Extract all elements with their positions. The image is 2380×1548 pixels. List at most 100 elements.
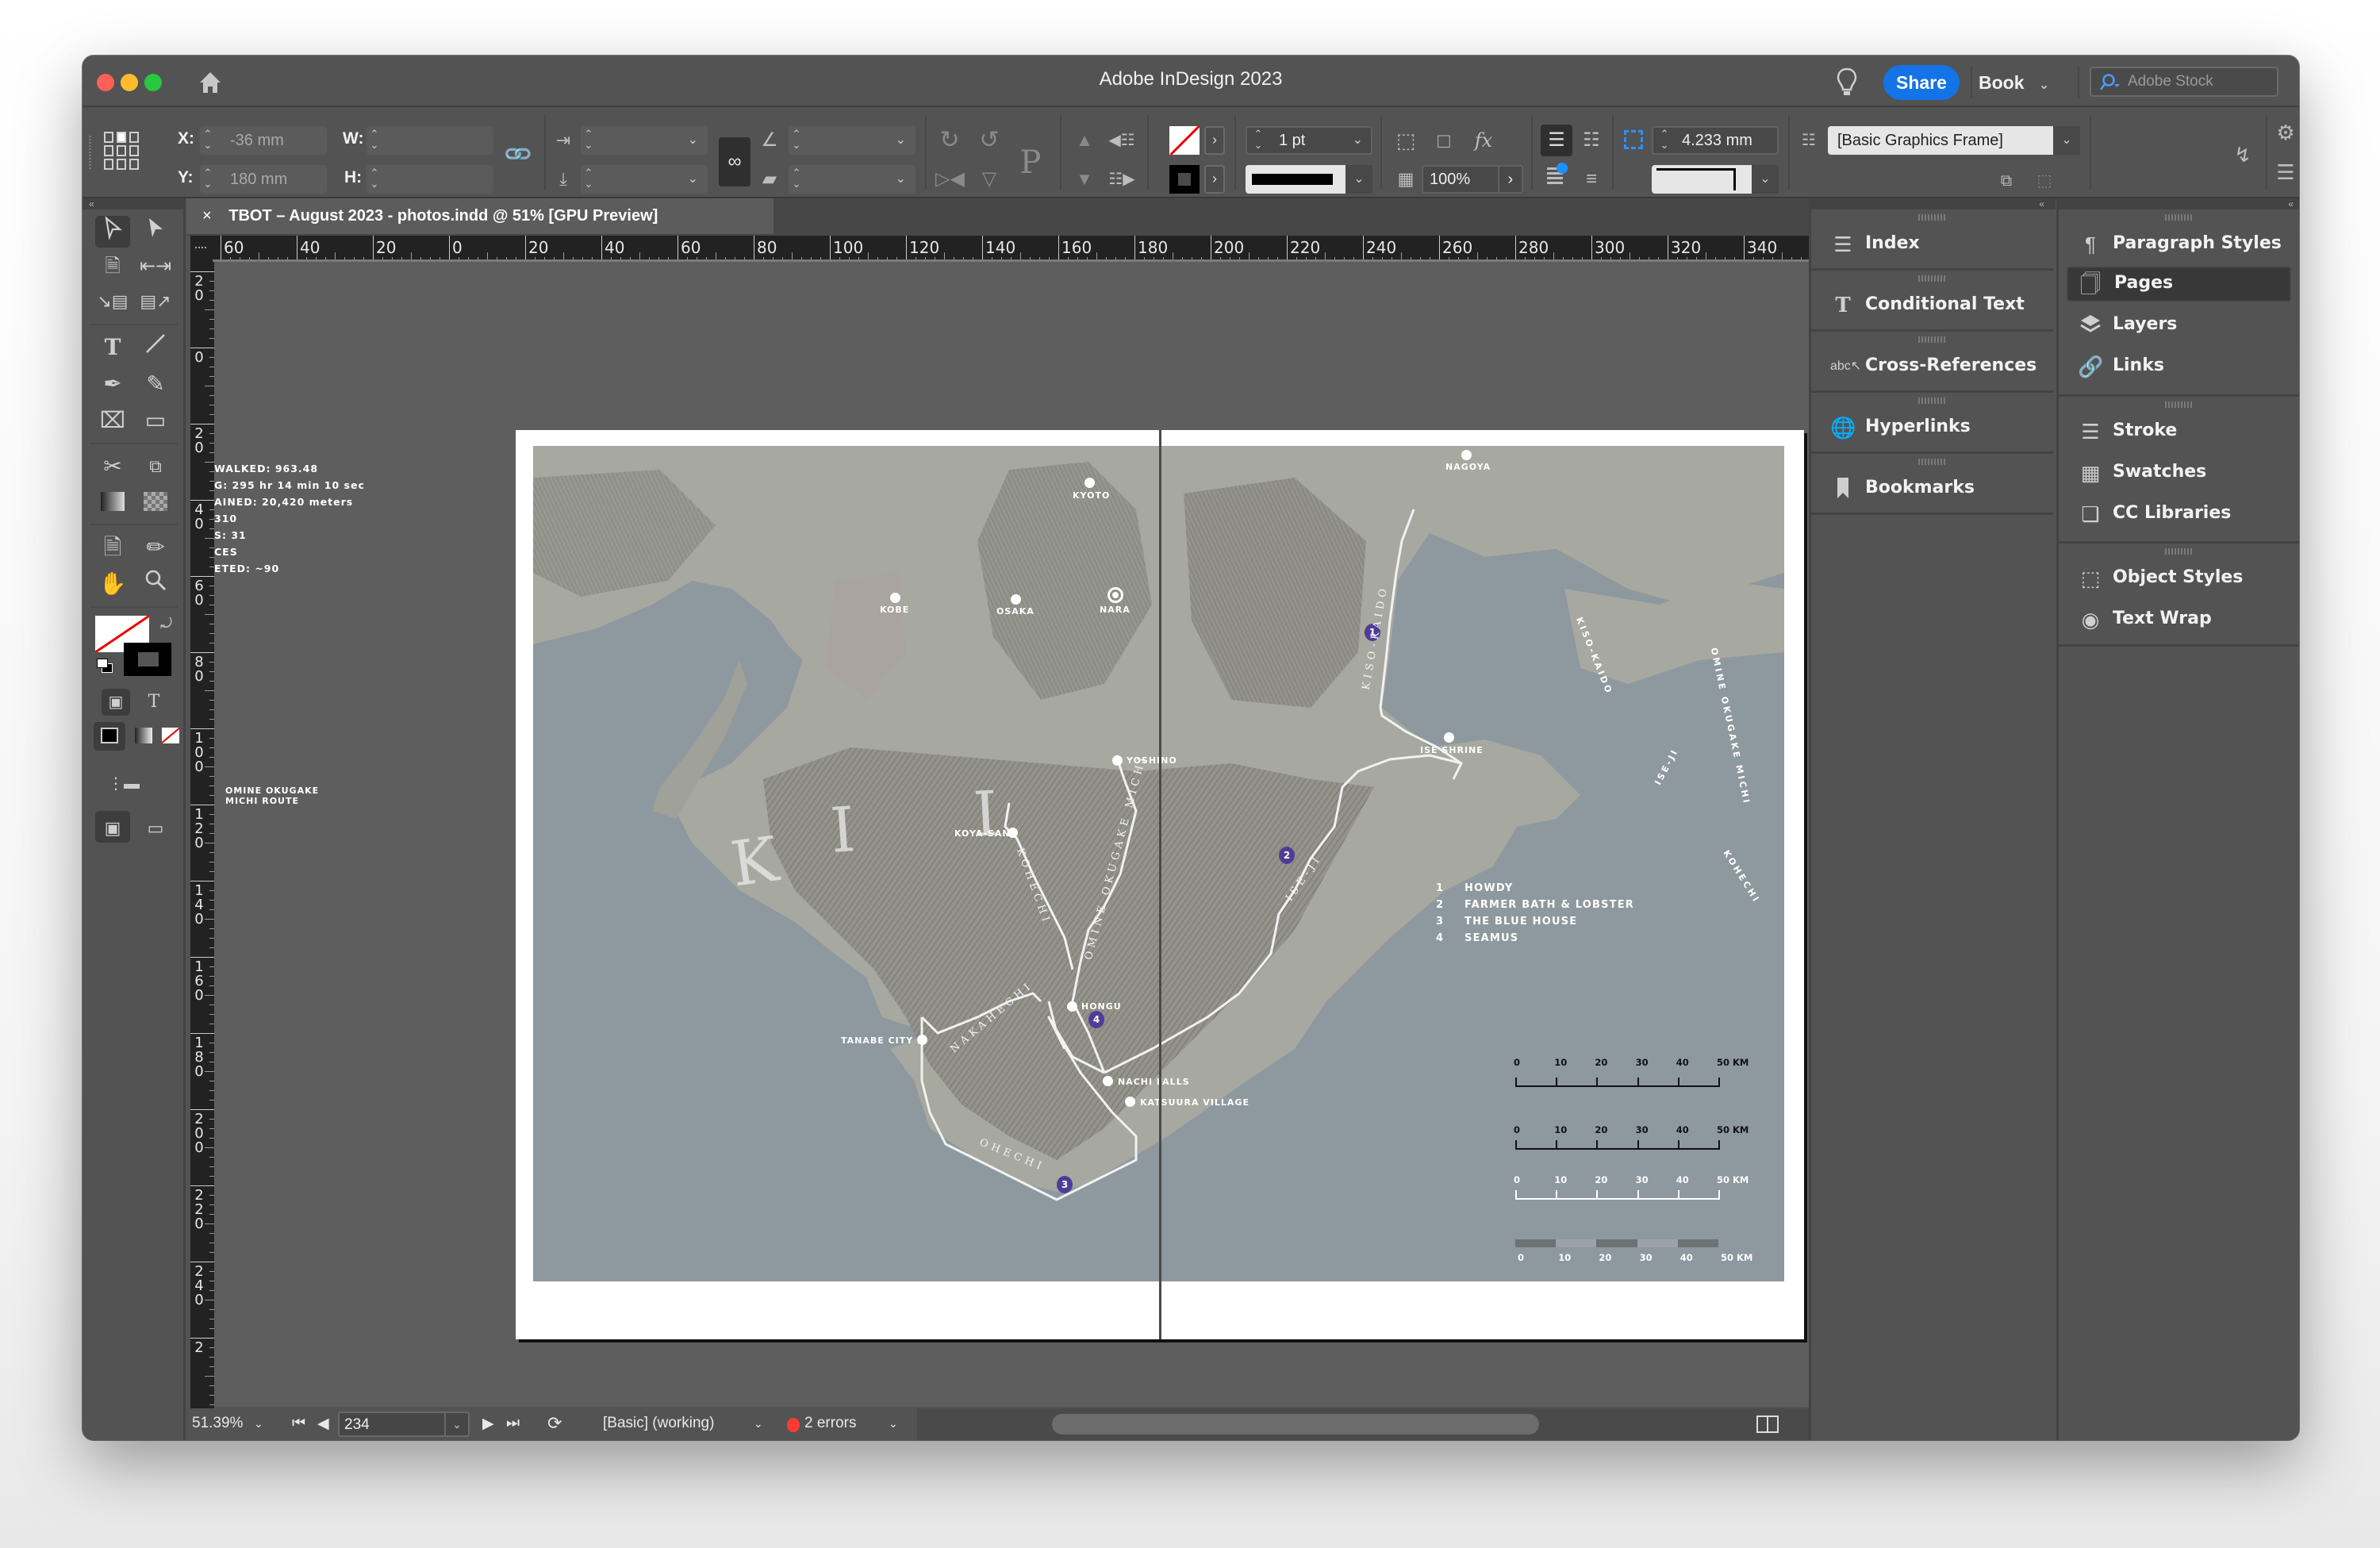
panel-tab-layers[interactable]: Layers (2067, 308, 2291, 343)
city-dot-osaka[interactable] (1011, 594, 1021, 605)
fill-swatch[interactable] (1169, 126, 1200, 155)
map-marker-2[interactable]: 2 (1279, 847, 1295, 864)
normal-view-mode-button[interactable]: ▣ (95, 811, 130, 843)
open-document-icon[interactable]: ⟳ (547, 1413, 562, 1434)
previous-page-icon[interactable]: ◀ (317, 1415, 329, 1433)
page-dropdown-chevron-icon[interactable]: ⌄ (444, 1413, 468, 1435)
panel-tab-cross-references[interactable]: abc↖ Cross-References (1819, 349, 2045, 384)
width-field[interactable]: ⌃ ⌄ (367, 126, 493, 155)
gear-icon[interactable]: ⚙ (2274, 118, 2297, 147)
pencil-tool[interactable]: ✎ (138, 368, 173, 400)
panel-tab-conditional-text[interactable]: T Conditional Text (1819, 288, 2045, 323)
formatting-affects-text-button[interactable]: T (140, 689, 168, 716)
panel-tab-paragraph-styles[interactable]: ¶ Paragraph Styles (2067, 227, 2291, 262)
document-tab[interactable]: × TBOT – August 2023 - photos.indd @ 51%… (186, 198, 774, 234)
panel-tab-cc-libraries[interactable]: ❏ CC Libraries (2067, 497, 2291, 532)
free-transform-tool[interactable]: ⧉ (138, 451, 173, 482)
x-position-field[interactable]: ⌃ ⌄ -36 mm (200, 126, 327, 155)
reference-point-icon[interactable] (103, 131, 140, 171)
frame-fitting-icon[interactable] (1622, 128, 1645, 152)
rectangle-tool[interactable]: ▭ (138, 405, 173, 436)
zoom-level[interactable]: 51.39% (192, 1415, 243, 1432)
select-previous-object-icon[interactable]: ◀☷ (1106, 126, 1138, 155)
chevron-down-icon[interactable]: ⌄ (1353, 126, 1363, 155)
city-dot-nagoya[interactable] (1461, 450, 1472, 460)
city-dot-nara[interactable] (1107, 587, 1123, 603)
zoom-dropdown-chevron-icon[interactable]: ⌄ (254, 1417, 263, 1431)
collapse-panels-button[interactable]: « (2059, 198, 2299, 209)
panel-grip[interactable] (2164, 214, 2194, 221)
scissors-tool[interactable]: ✂ (95, 451, 130, 482)
page-spread[interactable]: K I I KYOTO NAGOYA KOBE OSAKA NARA ISE S… (516, 430, 1804, 1339)
gradient-feather-tool[interactable] (138, 486, 173, 517)
city-dot-nachi-falls[interactable] (1103, 1076, 1113, 1086)
preflight-profile[interactable]: [Basic] (working) (603, 1415, 714, 1432)
ruler-origin[interactable] (190, 236, 213, 262)
hamburger-menu-icon[interactable]: ☰ (2274, 158, 2297, 186)
panel-grip[interactable] (1917, 214, 1947, 221)
frame-offset-stepper[interactable]: ⌃ ⌄ (1656, 126, 1672, 155)
adobe-stock-search[interactable]: Adobe Stock (2090, 67, 2278, 97)
select-container-icon[interactable]: ▲ (1070, 126, 1099, 155)
panel-tab-hyperlinks[interactable]: 🌐 Hyperlinks (1819, 410, 2045, 445)
panel-tab-text-wrap[interactable]: ◉ Text Wrap (2067, 602, 2291, 637)
city-dot-tanabe-city[interactable] (917, 1035, 927, 1045)
chevron-down-icon[interactable]: ⌄ (2053, 126, 2080, 155)
map-marker-3[interactable]: 3 (1057, 1176, 1073, 1193)
horizontal-scroll-thumb[interactable] (1052, 1414, 1539, 1435)
city-dot-katsuura-village[interactable] (1125, 1097, 1135, 1107)
screen-mode-preview-icon[interactable]: ⋮▬ (106, 768, 141, 800)
panel-tab-pages[interactable]: 🗍 Pages (2067, 267, 2291, 302)
control-bar-grip[interactable] (89, 136, 91, 171)
city-dot-kyoto[interactable] (1084, 478, 1095, 488)
city-dot-yoshino[interactable] (1112, 755, 1123, 766)
constrain-proportions-button[interactable]: ∞ (719, 137, 750, 186)
panel-grip[interactable] (1917, 275, 1947, 282)
page-number-field[interactable]: 234 ⌄ (338, 1412, 470, 1437)
note-tool[interactable]: 🗎 (95, 532, 130, 563)
panel-tab-stroke[interactable]: ☰ Stroke (2067, 414, 2291, 449)
pasteboard-route-note[interactable]: OMINE OKUGAKE MICHI ROUTE (225, 786, 319, 806)
text-wrap-none-button[interactable]: ☰ (1541, 125, 1572, 156)
corner-options-icon[interactable]: ⬚ (1393, 126, 1418, 155)
rotate-clockwise-icon[interactable]: ↻ (935, 126, 964, 155)
panel-tab-object-styles[interactable]: ⬚ Object Styles (2067, 561, 2291, 596)
split-window-icon[interactable] (1756, 1415, 1779, 1433)
stroke-weight-stepper[interactable]: ⌃ ⌄ (1250, 126, 1266, 155)
chevron-down-icon[interactable]: ⌄ (688, 126, 698, 155)
panel-grip[interactable] (1917, 398, 1947, 404)
hand-tool[interactable]: ✋ (95, 568, 130, 600)
panel-grip[interactable] (2164, 401, 2194, 408)
swap-fill-stroke-icon[interactable]: ⤾ (160, 616, 172, 632)
apply-color-button[interactable] (94, 722, 125, 751)
panel-grip[interactable] (1917, 459, 1947, 465)
pen-tool[interactable]: ✒ (95, 368, 130, 400)
lightbulb-icon[interactable] (1836, 67, 1858, 98)
drop-shadow-icon[interactable]: □ (1431, 126, 1457, 155)
map-marker-4[interactable]: 4 (1088, 1011, 1104, 1028)
zoom-tool[interactable] (138, 568, 173, 600)
panel-tab-links[interactable]: 🔗 Links (2067, 349, 2291, 384)
w-stepper[interactable]: ⌃ ⌄ (367, 126, 382, 155)
city-dot-kobe[interactable] (890, 593, 900, 603)
pasteboard-stats-text[interactable]: WALKED: 963.48 G: 295 hr 14 min 10 sec A… (214, 460, 365, 577)
content-placer-tool[interactable]: ▤↗ (138, 286, 173, 317)
break-link-to-style-icon[interactable]: ⬚ (2031, 167, 2058, 195)
next-page-icon[interactable]: ▶ (482, 1415, 494, 1433)
default-fill-stroke-icon[interactable] (97, 659, 114, 674)
clear-overrides-icon[interactable]: ⧉ (1993, 167, 2020, 195)
formatting-affects-container-button[interactable]: ▣ (102, 689, 130, 716)
preflight-errors[interactable]: 2 errors (804, 1415, 856, 1432)
city-dot-ise-shrine[interactable] (1444, 732, 1454, 743)
share-button[interactable]: Share (1883, 65, 1960, 100)
eyedropper-tool[interactable]: ✏ (138, 532, 173, 563)
object-style-dropdown[interactable]: [Basic Graphics Frame] ⌄ (1828, 126, 2080, 155)
panel-tab-bookmarks[interactable]: Bookmarks (1819, 471, 2045, 506)
gradient-swatch-tool[interactable] (95, 486, 130, 517)
workspace-switcher[interactable]: Book ⌄ (1979, 65, 2049, 100)
quick-actions-lightning-icon[interactable]: ↯ (2231, 140, 2255, 169)
preview-mode-button[interactable]: ▭ (138, 811, 173, 843)
last-page-icon[interactable]: ⏭ (506, 1415, 520, 1432)
rotation-angle-field[interactable]: ⌃ ⌄ ⌄ (789, 126, 916, 155)
page-tool[interactable]: 🗎 (95, 251, 130, 282)
